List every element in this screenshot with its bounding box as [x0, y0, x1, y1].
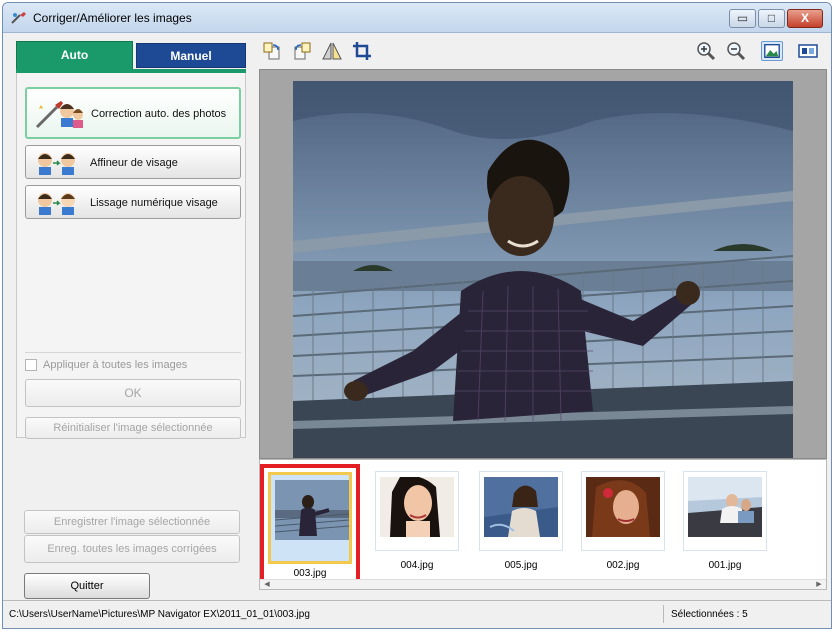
- app-window: Corriger/Améliorer les images ▭ □ X Auto…: [2, 2, 832, 629]
- minimize-button[interactable]: ▭: [729, 9, 756, 28]
- auto-photo-fix-icon: [35, 101, 83, 129]
- status-divider: [663, 605, 664, 623]
- thumbnail-image: [484, 477, 558, 537]
- image-toolbar: [253, 33, 831, 69]
- thumbnail-item[interactable]: 001.jpg: [680, 468, 770, 578]
- save-selected-button[interactable]: Enregistrer l'image sélectionnée: [24, 510, 240, 534]
- reset-selected-button[interactable]: Réinitialiser l'image sélectionnée: [25, 417, 241, 439]
- thumbnail-strip: 003.jpg 004.jpg 005.jpg 002.jpg 001.jpg …: [259, 459, 827, 590]
- status-bar: C:\Users\UserName\Pictures\MP Navigator …: [3, 600, 831, 628]
- thumbnail-name: 004.jpg: [400, 560, 434, 571]
- thumbnail-name: 001.jpg: [708, 560, 742, 571]
- maximize-button[interactable]: □: [758, 9, 785, 28]
- left-panel: Auto Manuel Correction auto. des photos: [3, 33, 253, 600]
- face-sharpener-label: Affineur de visage: [90, 157, 178, 169]
- digital-face-smoothing-label: Lissage numérique visage: [90, 197, 218, 209]
- apply-all-row[interactable]: Appliquer à toutes les images: [25, 358, 241, 374]
- thumbnail-image: [688, 477, 762, 537]
- window-title: Corriger/Améliorer les images: [33, 11, 192, 25]
- selected-count: Sélectionnées : 5: [671, 609, 748, 620]
- thumbnail-frame: [268, 472, 352, 564]
- thumbnail-image: [586, 477, 660, 537]
- thumbnail-name: 005.jpg: [504, 560, 538, 571]
- thumbnail-name: 003.jpg: [293, 568, 327, 579]
- close-button[interactable]: X: [787, 9, 823, 28]
- face-sharpener-button[interactable]: Affineur de visage: [25, 145, 241, 179]
- quit-button[interactable]: Quitter: [24, 573, 150, 599]
- thumbnail-item[interactable]: 002.jpg: [578, 468, 668, 578]
- thumbnail-scrollbar[interactable]: ◀ ▶: [260, 579, 826, 589]
- zoom-out-icon[interactable]: [725, 41, 747, 61]
- file-path: C:\Users\UserName\Pictures\MP Navigator …: [9, 609, 310, 620]
- thumbnail-name: 002.jpg: [606, 560, 640, 571]
- apply-all-checkbox[interactable]: [25, 359, 37, 371]
- thumbnail-frame: [479, 471, 563, 551]
- save-all-button[interactable]: Enreg. toutes les images corrigées: [24, 535, 240, 563]
- thumbnail-frame: [581, 471, 665, 551]
- face-sharpener-icon: [38, 153, 75, 175]
- scroll-right-icon[interactable]: ▶: [814, 580, 824, 589]
- thumbnail-item[interactable]: 005.jpg: [476, 468, 566, 578]
- tab-manual[interactable]: Manuel: [136, 43, 246, 68]
- zoom-in-icon[interactable]: [695, 41, 717, 61]
- preview-photo: [293, 81, 793, 458]
- crop-icon[interactable]: [351, 41, 373, 61]
- auto-photo-fix-button[interactable]: Correction auto. des photos: [25, 87, 241, 139]
- rotate-left-icon[interactable]: [261, 41, 283, 61]
- thumbnail-frame: [683, 471, 767, 551]
- thumbnail-frame: [375, 471, 459, 551]
- mirror-icon[interactable]: [321, 41, 343, 61]
- apply-all-label: Appliquer à toutes les images: [43, 359, 188, 371]
- auto-photo-fix-label: Correction auto. des photos: [91, 108, 227, 120]
- thumbnail-item[interactable]: 004.jpg: [372, 468, 462, 578]
- ok-button[interactable]: OK: [25, 379, 241, 407]
- image-preview[interactable]: [259, 69, 827, 459]
- full-image-icon[interactable]: [761, 41, 783, 61]
- tab-auto[interactable]: Auto: [16, 41, 133, 69]
- auto-tools-panel: Correction auto. des photos Affineur de …: [16, 73, 246, 439]
- digital-face-smoothing-button[interactable]: Lissage numérique visage: [25, 185, 241, 219]
- options-separator: [25, 352, 241, 353]
- scroll-left-icon[interactable]: ◀: [262, 580, 272, 589]
- rotate-right-icon[interactable]: [291, 41, 313, 61]
- thumbnail-image: [275, 480, 349, 540]
- face-smoothing-icon: [38, 193, 75, 215]
- compare-icon[interactable]: [797, 41, 819, 61]
- thumbnail-image: [380, 477, 454, 537]
- thumbnail-item[interactable]: 003.jpg: [260, 464, 360, 586]
- title-bar: Corriger/Améliorer les images ▭ □ X: [3, 3, 831, 33]
- app-icon: [11, 12, 26, 24]
